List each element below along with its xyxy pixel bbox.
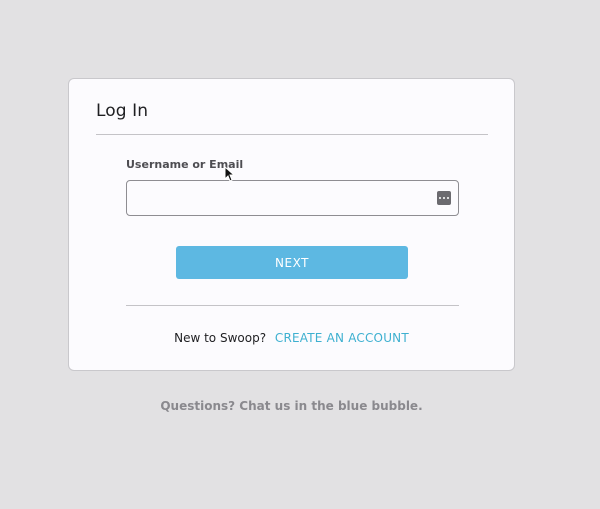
mouse-pointer-icon: [224, 166, 234, 182]
password-manager-icon[interactable]: [437, 191, 451, 205]
section-divider: [126, 305, 459, 306]
username-field-wrapper: [126, 180, 459, 216]
help-text: Questions? Chat us in the blue bubble.: [160, 399, 423, 413]
title-divider: [96, 134, 488, 135]
username-input[interactable]: [127, 181, 458, 215]
login-card: Log In Username or Email NEXT New to Swo…: [68, 78, 515, 371]
signup-row: New to Swoop? CREATE AN ACCOUNT: [69, 331, 514, 345]
page-title: Log In: [96, 101, 149, 121]
create-account-link[interactable]: CREATE AN ACCOUNT: [275, 331, 409, 345]
next-button[interactable]: NEXT: [176, 246, 408, 279]
new-user-prompt: New to Swoop?: [174, 331, 267, 345]
